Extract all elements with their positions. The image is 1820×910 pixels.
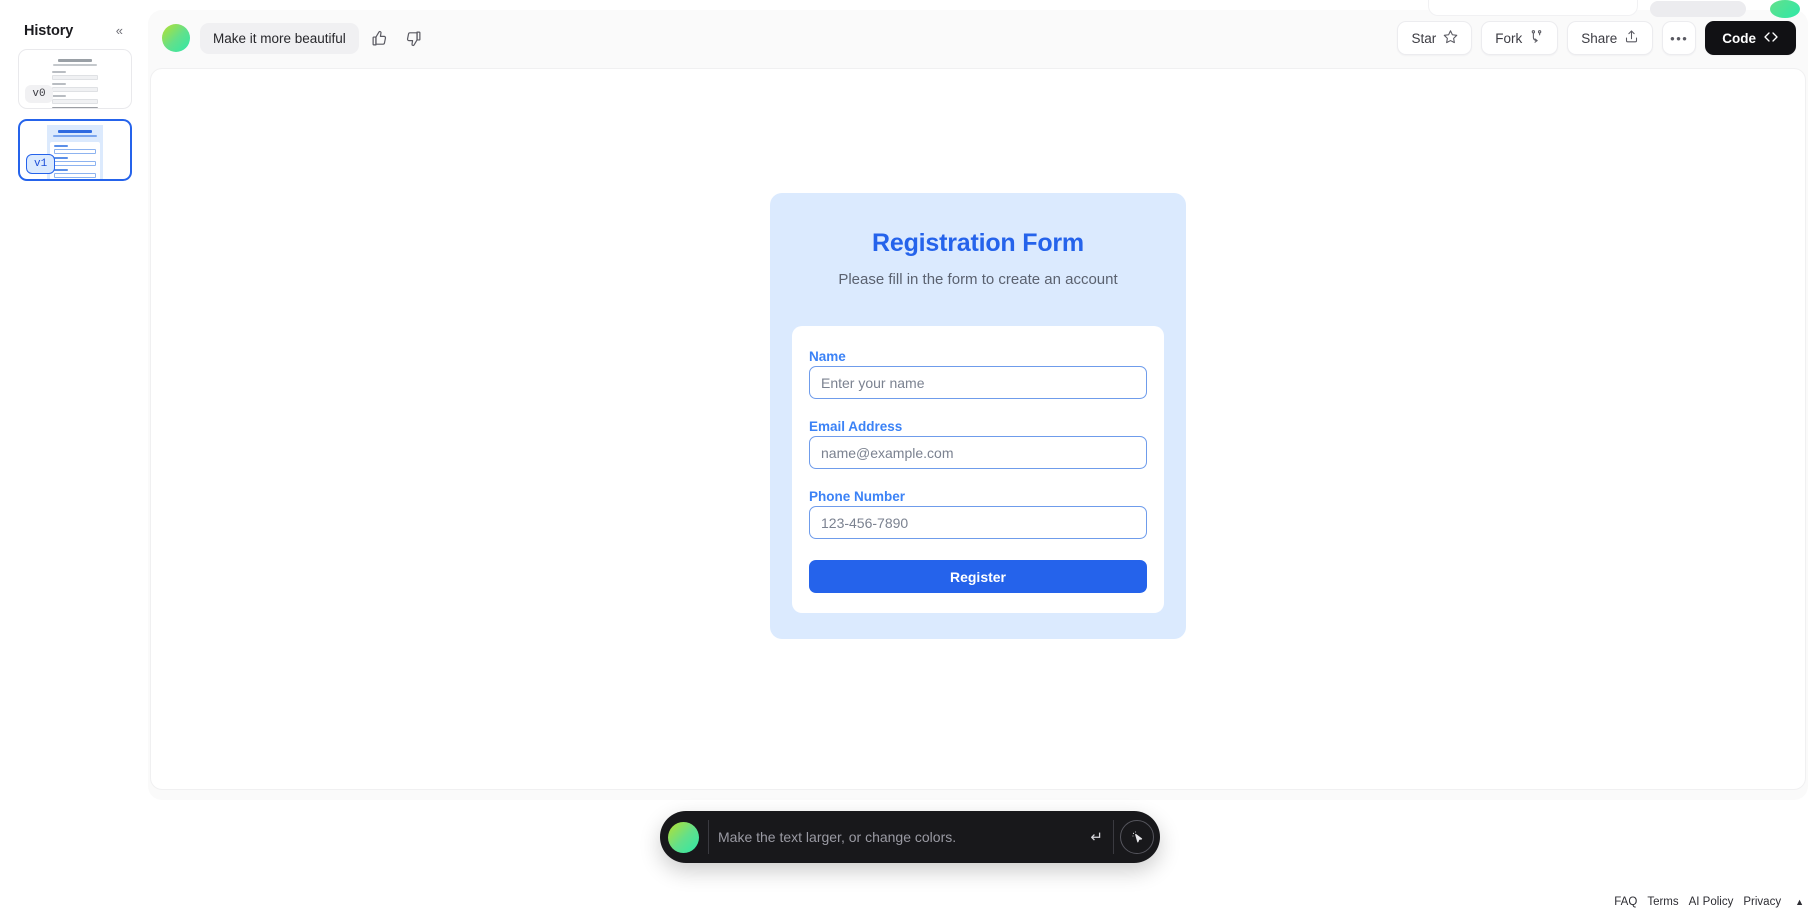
fork-icon xyxy=(1529,29,1544,47)
email-input[interactable] xyxy=(809,436,1147,469)
chevrons-left-icon[interactable]: « xyxy=(113,22,126,39)
registration-form-container: Registration Form Please fill in the for… xyxy=(770,193,1186,639)
thumbs-down-icon[interactable] xyxy=(401,25,427,51)
thumb-title-line xyxy=(58,59,92,62)
thumb-body xyxy=(50,142,100,179)
registration-form-card: Name Email Address Phone Number Register xyxy=(792,326,1164,613)
chat-composer: ↵ xyxy=(660,811,1160,863)
thumbs-up-icon[interactable] xyxy=(367,25,393,51)
history-version-v1[interactable]: v1 xyxy=(18,119,132,181)
thumb-button xyxy=(52,107,98,108)
history-header: History « xyxy=(18,16,132,49)
thumb-label xyxy=(52,71,66,73)
more-options-button[interactable]: ••• xyxy=(1662,21,1697,55)
footer-link-ai-policy[interactable]: AI Policy xyxy=(1689,896,1734,908)
thumb-input xyxy=(54,160,96,166)
star-button-label: Star xyxy=(1411,30,1437,46)
ai-orb-avatar xyxy=(162,24,190,52)
register-button[interactable]: Register xyxy=(809,560,1147,593)
email-field-label: Email Address xyxy=(809,419,903,434)
thumb-sub-line xyxy=(53,135,97,137)
phone-field-label: Phone Number xyxy=(809,489,906,504)
ai-orb-avatar[interactable] xyxy=(668,821,699,853)
thumb-label xyxy=(54,145,68,147)
footer-links: FAQ Terms AI Policy Privacy ▲ xyxy=(1614,896,1804,908)
code-button-label: Code xyxy=(1722,30,1756,46)
thumb-body xyxy=(47,71,103,108)
prompt-chip[interactable]: Make it more beautiful xyxy=(200,22,359,54)
history-version-v0[interactable]: v0 xyxy=(18,49,132,109)
share-button-label: Share xyxy=(1581,30,1618,46)
preview-canvas: Registration Form Please fill in the for… xyxy=(150,68,1806,790)
thumb-input xyxy=(54,148,96,154)
name-input[interactable] xyxy=(809,366,1147,399)
composer-divider xyxy=(1113,820,1114,854)
ellipsis-icon: ••• xyxy=(1670,30,1689,46)
chat-input[interactable] xyxy=(718,829,1083,845)
thumb-input xyxy=(54,172,96,178)
thumb-input xyxy=(52,86,98,92)
star-icon xyxy=(1443,29,1458,47)
version-preview-thumbnail xyxy=(47,54,103,108)
version-preview-thumbnail xyxy=(47,125,103,179)
star-button[interactable]: Star xyxy=(1397,21,1473,55)
code-brackets-icon xyxy=(1763,29,1779,48)
page-subtitle: Please fill in the form to create an acc… xyxy=(838,271,1118,288)
preview-content: Registration Form Please fill in the for… xyxy=(151,69,1805,789)
caret-up-icon[interactable]: ▲ xyxy=(1795,897,1804,907)
select-cursor-icon[interactable] xyxy=(1120,820,1154,854)
page-title: Registration Form xyxy=(872,229,1084,257)
share-button[interactable]: Share xyxy=(1567,21,1654,55)
code-button[interactable]: Code xyxy=(1705,21,1796,55)
history-sidebar: History « v0 v1 xyxy=(10,8,140,201)
fork-button-label: Fork xyxy=(1495,30,1523,46)
main-pane: Make it more beautiful Star Fork Share •… xyxy=(148,0,1808,800)
app-root: History « v0 v1 Make it more beautiful S… xyxy=(0,0,1820,910)
thumb-input xyxy=(52,98,98,104)
thumb-sub-line xyxy=(53,64,97,66)
history-title: History xyxy=(24,22,74,39)
thumb-label xyxy=(52,83,66,85)
footer-link-faq[interactable]: FAQ xyxy=(1614,896,1637,908)
share-upload-icon xyxy=(1624,29,1639,47)
fork-button[interactable]: Fork xyxy=(1481,21,1559,55)
composer-divider xyxy=(708,820,709,854)
version-label-v0: v0 xyxy=(25,84,53,103)
thumb-input xyxy=(52,74,98,80)
footer-link-terms[interactable]: Terms xyxy=(1647,896,1678,908)
phone-input[interactable] xyxy=(809,506,1147,539)
thumb-label xyxy=(52,95,66,97)
name-field-label: Name xyxy=(809,349,846,364)
editor-toolbar: Make it more beautiful Star Fork Share •… xyxy=(148,10,1808,66)
version-label-v1: v1 xyxy=(26,153,56,174)
footer-link-privacy[interactable]: Privacy xyxy=(1743,896,1781,908)
thumb-title-line xyxy=(58,130,92,133)
thumb-label xyxy=(54,169,68,171)
thumb-label xyxy=(54,157,68,159)
toolbar-actions: Star Fork Share ••• Code xyxy=(1397,21,1796,55)
enter-return-icon[interactable]: ↵ xyxy=(1082,830,1111,845)
